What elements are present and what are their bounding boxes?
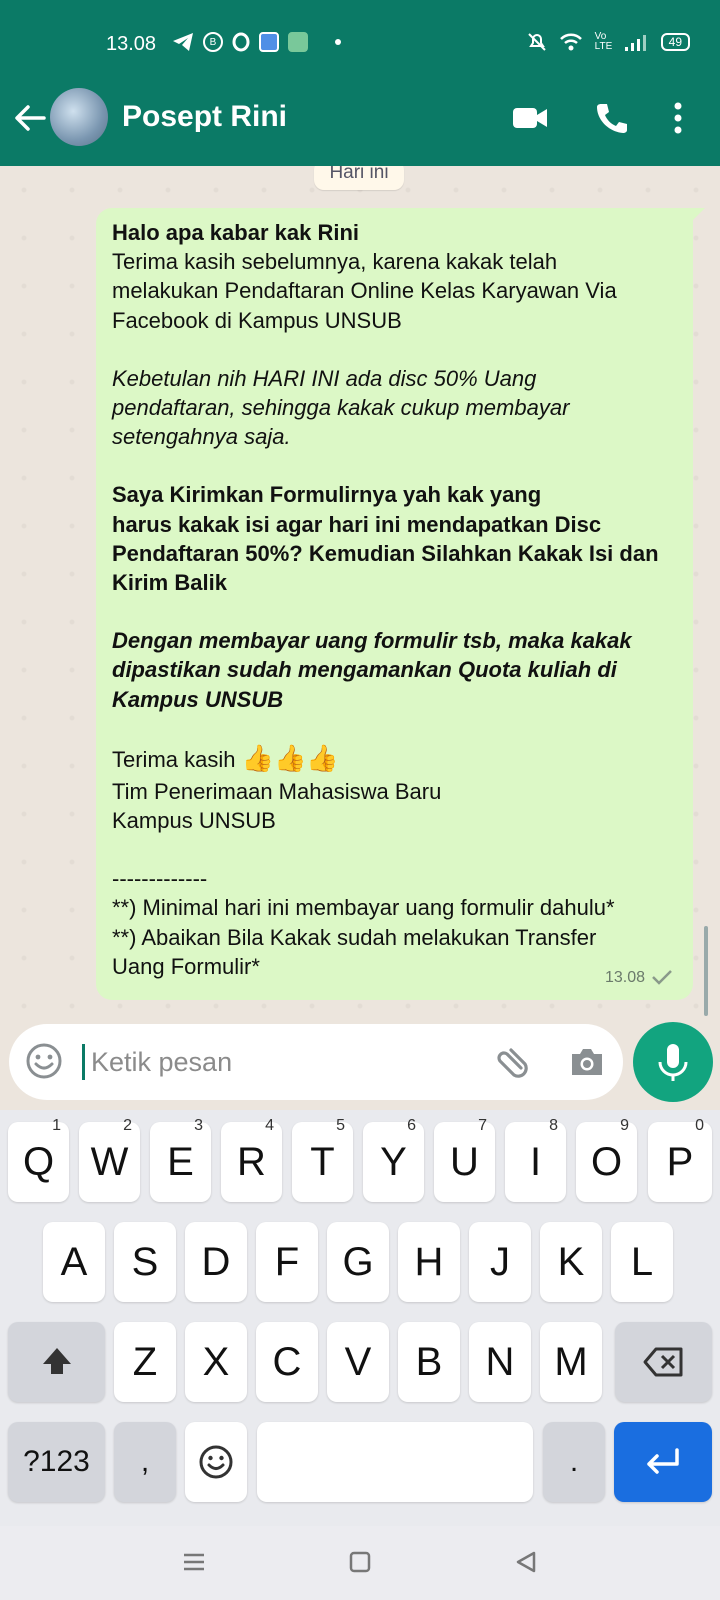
b-app-icon: B <box>203 32 223 52</box>
date-chip: Hari ini <box>314 166 404 190</box>
chat-scrollbar[interactable] <box>704 926 708 1016</box>
camera-icon[interactable] <box>569 1044 605 1080</box>
signal-icon <box>624 35 646 51</box>
more-options-icon[interactable] <box>666 102 690 134</box>
key-t[interactable]: T5 <box>292 1117 353 1202</box>
key-x[interactable]: X <box>185 1322 247 1402</box>
message-note-1: **) Minimal hari ini membayar uang formu… <box>112 895 615 921</box>
app-square-icon <box>259 32 279 52</box>
key-n[interactable]: N <box>469 1322 531 1402</box>
emoji-keyboard-icon <box>199 1445 233 1479</box>
message-paragraph-1: Terima kasih sebelumnya, karena kakak te… <box>112 249 617 333</box>
mute-bell-icon <box>527 33 546 51</box>
message-meta: 13.08 <box>605 963 673 992</box>
key-f[interactable]: F <box>256 1222 318 1302</box>
status-notification-icons: B <box>172 32 341 52</box>
contact-name[interactable]: Posept Rini <box>122 100 287 134</box>
key-a[interactable]: A <box>43 1222 105 1302</box>
symbols-key[interactable]: ?123 <box>8 1422 105 1502</box>
message-input-box[interactable]: Ketik pesan <box>9 1024 623 1100</box>
key-l[interactable]: L <box>611 1222 673 1302</box>
message-time: 13.08 <box>604 968 645 986</box>
message-signature: Tim Penerimaan Mahasiswa Baru Kampus UNS… <box>112 778 442 834</box>
attachment-clip-icon[interactable] <box>491 1042 531 1082</box>
key-e[interactable]: E3 <box>150 1117 211 1202</box>
wifi-icon <box>559 33 582 51</box>
telegram-icon <box>173 33 193 51</box>
period-key[interactable]: . <box>543 1422 605 1502</box>
back-triangle-icon[interactable] <box>512 1548 540 1576</box>
message-thanks: Terima kasih <box>112 746 242 772</box>
message-composer: Ketik pesan <box>0 1016 720 1110</box>
key-w[interactable]: W2 <box>79 1117 140 1202</box>
key-m[interactable]: M <box>540 1322 602 1402</box>
key-v[interactable]: V <box>327 1322 389 1402</box>
chat-app-bar: Posept Rini <box>0 88 720 166</box>
space-key[interactable] <box>257 1422 533 1502</box>
key-d[interactable]: D <box>185 1222 247 1302</box>
key-i[interactable]: I8 <box>505 1117 566 1202</box>
thumbs-up-emoji-icon: 👍👍👍 <box>241 742 339 773</box>
more-notifications-dot-icon <box>335 39 341 45</box>
key-r[interactable]: R4 <box>221 1117 282 1202</box>
comma-key[interactable]: , <box>114 1422 176 1502</box>
outgoing-message-bubble[interactable]: Halo apa kabar kak Rini Terima kasih seb… <box>96 208 705 1000</box>
microphone-icon <box>658 1044 688 1081</box>
enter-arrow-icon <box>647 1448 679 1474</box>
key-g[interactable]: G <box>327 1222 389 1302</box>
key-k[interactable]: K <box>540 1222 602 1302</box>
circle-app-icon <box>232 32 250 52</box>
message-input[interactable]: Ketik pesan <box>91 1047 232 1078</box>
message-paragraph-3: Saya Kirimkan Formulirnya yah kak yang h… <box>112 482 659 596</box>
soft-keyboard: Q1 W2 E3 R4 T5 Y6 U7 I8 O9 P0 A S D F G … <box>0 1110 720 1526</box>
message-paragraph-4: Dengan membayar uang formulir tsb, maka … <box>112 628 632 712</box>
message-separator: ------------- <box>112 866 208 892</box>
system-navigation-bar <box>0 1526 720 1600</box>
status-time: 13.08 <box>106 33 157 55</box>
emoji-icon[interactable] <box>25 1042 63 1080</box>
recent-apps-icon[interactable] <box>180 1548 208 1576</box>
volte-label: Vo LTE <box>594 31 613 52</box>
enter-key[interactable] <box>614 1422 712 1502</box>
key-j[interactable]: J <box>469 1222 531 1302</box>
shift-key[interactable] <box>8 1322 105 1402</box>
status-system-icons: Vo LTE 49 <box>527 32 690 52</box>
backspace-key[interactable] <box>615 1322 712 1402</box>
backspace-icon <box>643 1347 682 1377</box>
emoji-key[interactable] <box>185 1422 247 1502</box>
video-call-icon[interactable] <box>512 102 548 134</box>
message-thanks-line: Terima kasih 👍👍👍 <box>112 743 679 777</box>
key-p[interactable]: P0 <box>648 1117 712 1202</box>
shift-arrow-icon <box>42 1348 71 1374</box>
battery-level: 49 <box>660 33 690 51</box>
key-b[interactable]: B <box>398 1322 460 1402</box>
message-greeting: Halo apa kabar kak Rini <box>112 220 359 245</box>
key-s[interactable]: S <box>114 1222 176 1302</box>
home-square-icon[interactable] <box>346 1548 374 1576</box>
key-z[interactable]: Z <box>114 1322 176 1402</box>
chat-area[interactable]: Hari ini Halo apa kabar kak Rini Terima … <box>0 166 720 1016</box>
key-q[interactable]: Q1 <box>8 1117 69 1202</box>
message-note-2: **) Abaikan Bila Kakak sudah melakukan T… <box>112 924 597 979</box>
key-h[interactable]: H <box>398 1222 460 1302</box>
voice-call-icon[interactable] <box>594 102 630 134</box>
key-y[interactable]: Y6 <box>363 1117 424 1202</box>
key-u[interactable]: U7 <box>434 1117 495 1202</box>
text-caret <box>82 1044 85 1080</box>
status-bar: 13.08 B Vo LTE 49 <box>0 0 720 90</box>
back-arrow-icon[interactable] <box>12 100 48 136</box>
message-paragraph-2: Kebetulan nih HARI INI ada disc 50% Uang… <box>112 365 570 450</box>
top-bar: 13.08 B Vo LTE 49 Posept Rini <box>0 0 720 166</box>
voice-record-button[interactable] <box>633 1022 713 1102</box>
contact-avatar[interactable] <box>50 88 108 146</box>
key-c[interactable]: C <box>256 1322 318 1402</box>
key-o[interactable]: O9 <box>576 1117 637 1202</box>
calculator-icon <box>288 32 308 52</box>
sent-check-icon <box>652 970 672 986</box>
